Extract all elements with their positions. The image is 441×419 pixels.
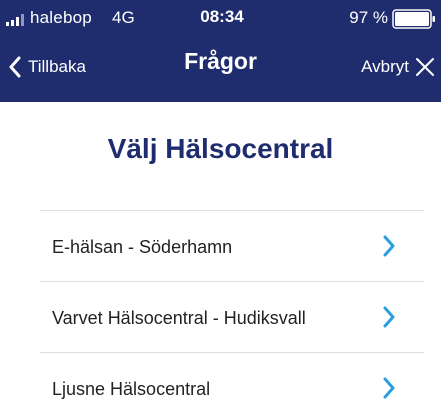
cancel-label: Avbryt: [361, 57, 409, 76]
page-title: Välj Hälsocentral: [107, 133, 334, 164]
chevron-right-icon: [383, 377, 395, 399]
list-item-label: Varvet Hälsocentral - Hudiksvall: [52, 308, 306, 328]
chevron-right-icon: [383, 235, 395, 257]
close-icon: [416, 58, 434, 76]
battery-icon: [392, 9, 435, 29]
list-item-label: E-hälsan - Söderhamn: [52, 237, 233, 257]
chevron-left-icon: [9, 56, 21, 78]
chevron-right-icon: [383, 306, 395, 328]
carrier-name: halebop: [30, 8, 92, 27]
screen: halebop 4G 08:34 97 % Tillbaka Frågor Av…: [0, 0, 441, 419]
battery-percentage: 97 %: [349, 8, 388, 27]
top-bar: halebop 4G 08:34 97 % Tillbaka Frågor Av…: [0, 0, 441, 102]
list-item-label: Ljusne Hälsocentral: [52, 379, 211, 399]
list-item-ljusne-halsocentral[interactable]: Ljusne Hälsocentral: [40, 352, 424, 419]
cancel-button[interactable]: Avbryt: [361, 52, 435, 82]
navigation-bar: Tillbaka Frågor Avbryt: [0, 40, 441, 100]
back-label: Tillbaka: [28, 57, 86, 76]
status-bar: halebop 4G 08:34 97 %: [0, 0, 441, 36]
signal-icon: [6, 14, 24, 26]
network-type: 4G: [112, 8, 135, 27]
clock: 08:34: [200, 7, 244, 26]
list-item-varvet-halsocentral-hudiksvall[interactable]: Varvet Hälsocentral - Hudiksvall: [40, 281, 424, 352]
health-center-list: E-hälsan - Söderhamn Varvet Hälsocentral…: [40, 210, 424, 419]
nav-title: Frågor: [184, 48, 257, 74]
list-item-e-halsan-soderhamn[interactable]: E-hälsan - Söderhamn: [40, 210, 424, 281]
back-button[interactable]: Tillbaka: [8, 52, 86, 82]
